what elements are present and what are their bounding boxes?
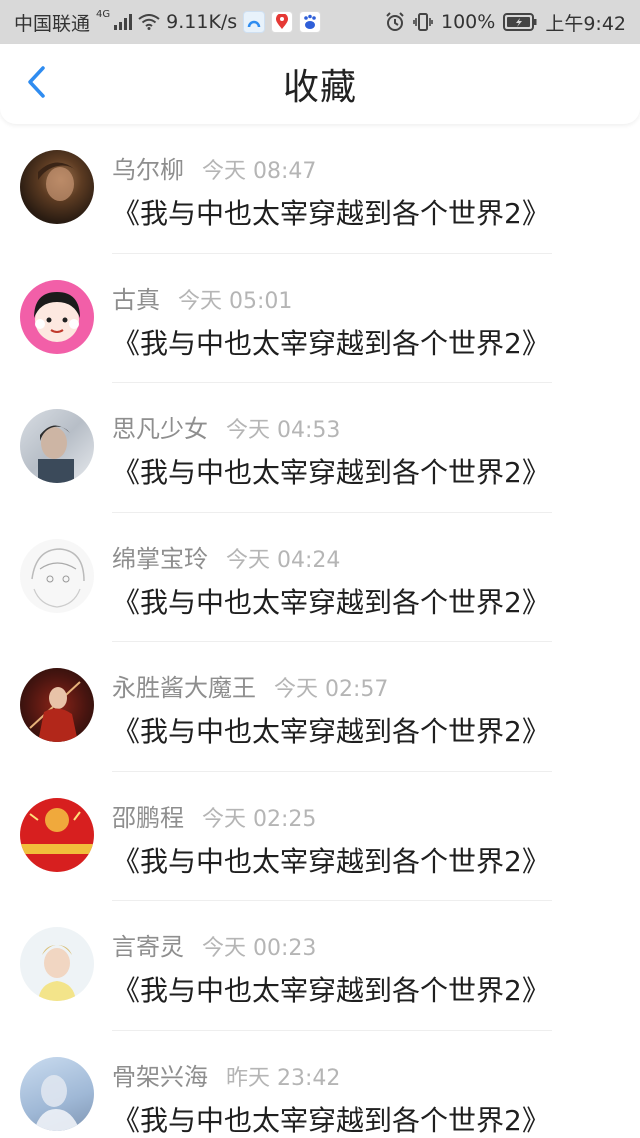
- status-left: 中国联通 4G 9.11K/s: [14, 8, 322, 36]
- timestamp: 昨天 23:42: [226, 1065, 341, 1091]
- app-root: 中国联通 4G 9.11K/s 100% 上午9:42 收藏 乌尔柳 今天 08…: [0, 0, 640, 1138]
- favorites-list: 乌尔柳 今天 08:47 《我与中也太宰穿越到各个世界2》 古真 今天 05:0…: [0, 124, 640, 1138]
- username[interactable]: 绵掌宝玲: [112, 539, 208, 574]
- item-title[interactable]: 《我与中也太宰穿越到各个世界2》: [112, 322, 550, 362]
- timestamp: 今天 00:23: [202, 936, 317, 961]
- avatar[interactable]: [20, 1056, 94, 1131]
- wifi-icon: [138, 14, 160, 30]
- app-icon-blue: [243, 11, 266, 33]
- timestamp: 今天 04:53: [226, 418, 341, 443]
- avatar[interactable]: [20, 279, 94, 354]
- item-meta: 思凡少女 今天 04:53: [112, 409, 340, 444]
- item-title[interactable]: 《我与中也太宰穿越到各个世界2》: [112, 969, 550, 1009]
- chevron-left-icon: [26, 65, 46, 103]
- carrier-label: 中国联通: [14, 12, 91, 35]
- username[interactable]: 乌尔柳: [112, 150, 184, 185]
- clock: 上午9:42: [545, 12, 626, 35]
- app-icon-map: [271, 11, 294, 33]
- username[interactable]: 思凡少女: [112, 409, 208, 444]
- username[interactable]: 邵鹏程: [112, 798, 184, 833]
- avatar[interactable]: [20, 538, 94, 613]
- list-item[interactable]: 乌尔柳 今天 08:47 《我与中也太宰穿越到各个世界2》: [0, 124, 640, 254]
- vibrate-icon: [413, 13, 433, 31]
- avatar[interactable]: [20, 150, 94, 224]
- item-title[interactable]: 《我与中也太宰穿越到各个世界2》: [112, 710, 550, 750]
- avatar[interactable]: [20, 927, 94, 1001]
- timestamp: 今天 02:57: [274, 677, 389, 702]
- app-icon-baidu: [299, 11, 322, 33]
- avatar[interactable]: [20, 797, 94, 872]
- list-item[interactable]: 骨架兴海 昨天 23:42 《我与中也太宰穿越到各个世界2》: [0, 1031, 640, 1138]
- username[interactable]: 古真: [112, 280, 160, 315]
- page-header: 收藏: [0, 44, 640, 124]
- network-badge: 4G: [96, 8, 111, 20]
- item-meta: 古真 今天 05:01: [112, 280, 292, 315]
- username[interactable]: 骨架兴海: [112, 1057, 208, 1092]
- item-meta: 绵掌宝玲 今天 04:24: [112, 539, 340, 574]
- status-right: 100% 上午9:42: [385, 9, 626, 36]
- timestamp: 今天 04:24: [226, 547, 341, 573]
- battery-icon: [503, 13, 537, 31]
- timestamp: 今天 02:25: [202, 806, 317, 832]
- list-item[interactable]: 绵掌宝玲 今天 04:24 《我与中也太宰穿越到各个世界2》: [0, 513, 640, 642]
- item-meta: 邵鹏程 今天 02:25: [112, 798, 316, 833]
- item-title[interactable]: 《我与中也太宰穿越到各个世界2》: [112, 192, 550, 232]
- list-item[interactable]: 言寄灵 今天 00:23 《我与中也太宰穿越到各个世界2》: [0, 901, 640, 1031]
- timestamp: 今天 05:01: [178, 288, 293, 314]
- list-item[interactable]: 思凡少女 今天 04:53 《我与中也太宰穿越到各个世界2》: [0, 383, 640, 513]
- network-speed: 9.11K/s: [166, 11, 238, 33]
- username[interactable]: 永胜酱大魔王: [112, 668, 256, 703]
- avatar[interactable]: [20, 668, 94, 742]
- alarm-icon: [385, 12, 405, 32]
- status-bar: 中国联通 4G 9.11K/s 100% 上午9:42: [0, 0, 640, 44]
- item-meta: 骨架兴海 昨天 23:42: [112, 1057, 340, 1092]
- list-item[interactable]: 永胜酱大魔王 今天 02:57 《我与中也太宰穿越到各个世界2》: [0, 642, 640, 772]
- battery-percent: 100%: [441, 11, 496, 33]
- item-title[interactable]: 《我与中也太宰穿越到各个世界2》: [112, 1099, 550, 1138]
- page-title: 收藏: [282, 67, 357, 108]
- avatar[interactable]: [20, 409, 94, 483]
- item-title[interactable]: 《我与中也太宰穿越到各个世界2》: [112, 581, 550, 621]
- item-meta: 乌尔柳 今天 08:47: [112, 150, 316, 185]
- item-meta: 永胜酱大魔王 今天 02:57: [112, 668, 388, 703]
- item-title[interactable]: 《我与中也太宰穿越到各个世界2》: [112, 840, 550, 880]
- signal-icon: [114, 14, 133, 30]
- list-item[interactable]: 邵鹏程 今天 02:25 《我与中也太宰穿越到各个世界2》: [0, 772, 640, 901]
- list-item[interactable]: 古真 今天 05:01 《我与中也太宰穿越到各个世界2》: [0, 254, 640, 383]
- username[interactable]: 言寄灵: [112, 927, 184, 962]
- timestamp: 今天 08:47: [202, 159, 317, 184]
- item-title[interactable]: 《我与中也太宰穿越到各个世界2》: [112, 451, 550, 491]
- item-meta: 言寄灵 今天 00:23: [112, 927, 316, 962]
- back-button[interactable]: [18, 64, 54, 104]
